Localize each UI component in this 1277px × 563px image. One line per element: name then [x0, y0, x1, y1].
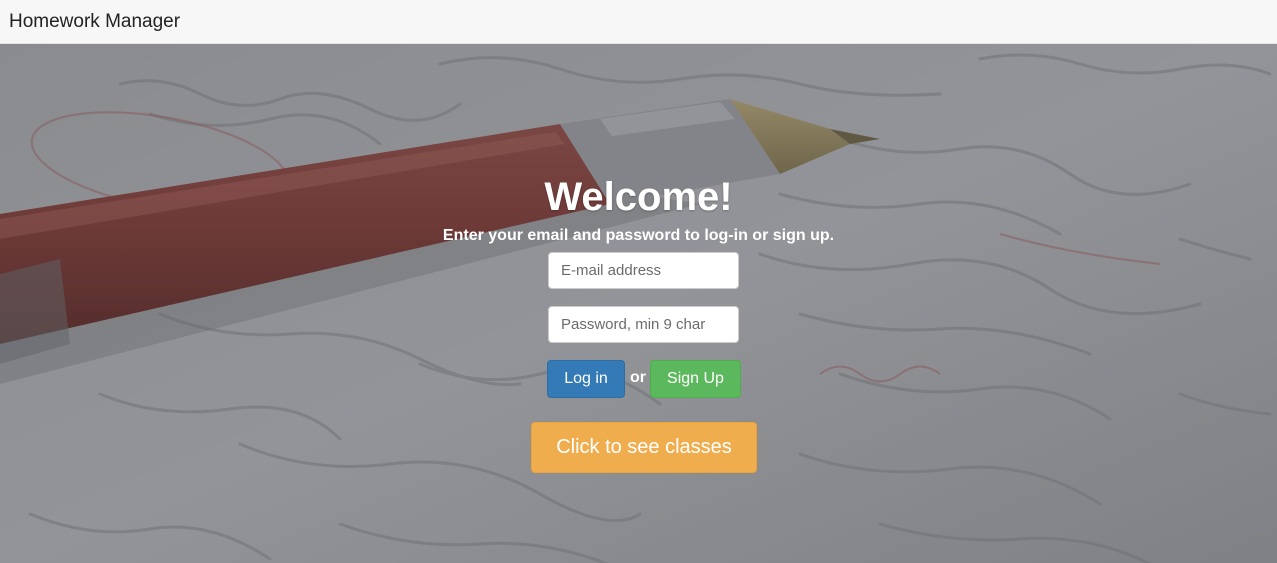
see-classes-button[interactable]: Click to see classes: [531, 422, 757, 473]
email-input[interactable]: [548, 252, 739, 289]
login-panel: Welcome! Enter your email and password t…: [0, 44, 1277, 563]
signup-button[interactable]: Sign Up: [650, 360, 741, 398]
navbar: Homework Manager: [0, 0, 1277, 44]
brand-title[interactable]: Homework Manager: [9, 11, 180, 33]
password-input[interactable]: [548, 306, 739, 343]
instructions-text: Enter your email and password to log-in …: [442, 227, 835, 244]
login-button[interactable]: Log in: [547, 360, 625, 398]
welcome-heading: Welcome!: [544, 175, 733, 219]
or-separator: or: [630, 369, 646, 386]
hero-section: Welcome! Enter your email and password t…: [0, 44, 1277, 563]
